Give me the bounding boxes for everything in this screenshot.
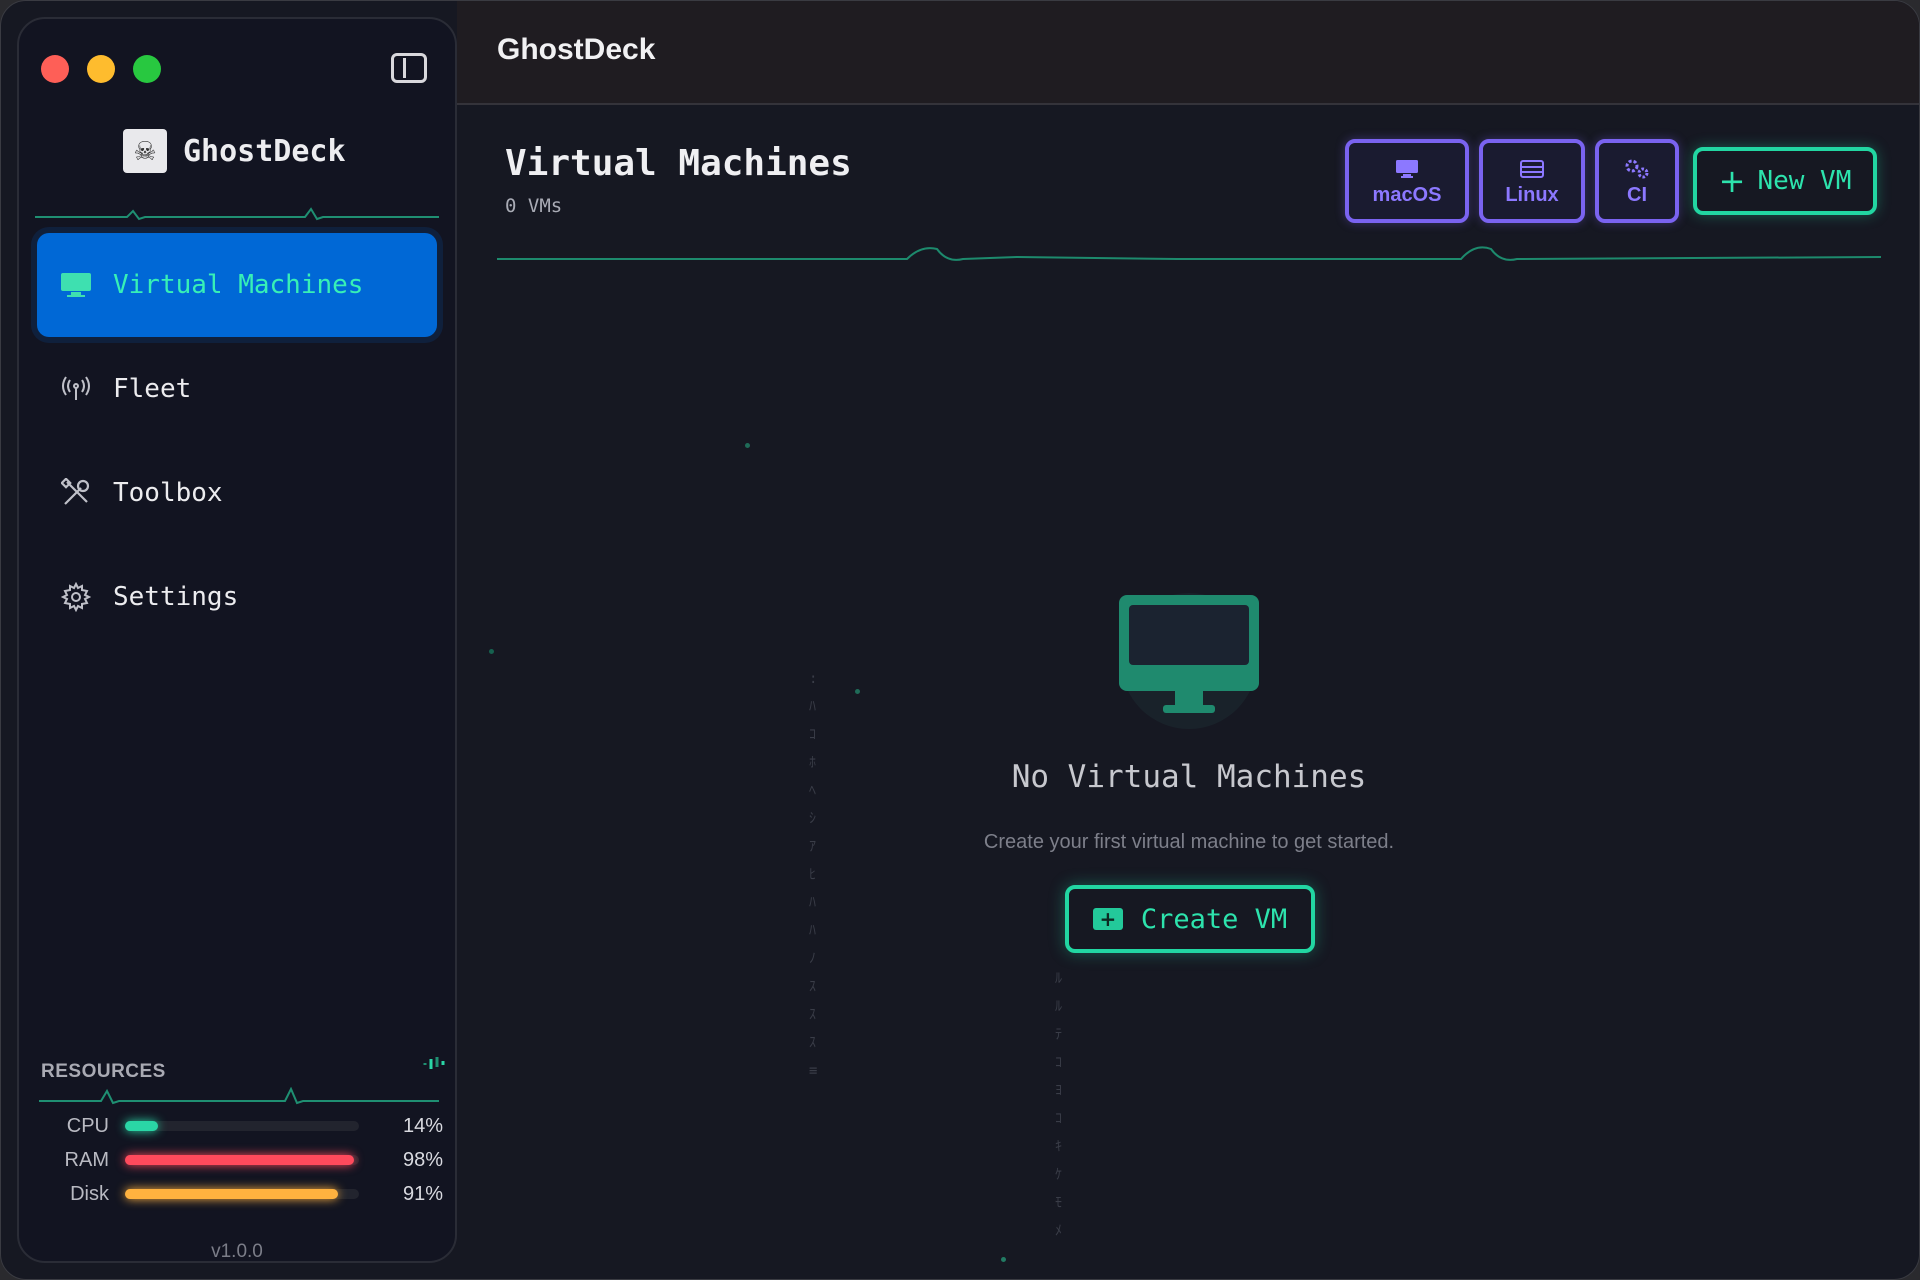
resources-title: RESOURCES bbox=[41, 1061, 166, 1082]
digital-rain-column: : ﾊｺﾎﾍｼｱﾋﾊﾊﾉｽｽｽ ≡ bbox=[809, 671, 818, 1079]
antenna-icon bbox=[59, 372, 93, 406]
brand: ☠ GhostDeck bbox=[123, 129, 346, 173]
sidebar-item-fleet[interactable]: Fleet bbox=[37, 337, 437, 441]
empty-state-monitor-icon bbox=[1117, 593, 1261, 738]
cpu-usage-fill bbox=[125, 1121, 158, 1131]
main-content: Virtual Machines 0 VMs macOS Linux CI + … bbox=[457, 105, 1919, 1279]
ghost-logo-icon: ☠ bbox=[123, 129, 167, 173]
gears-icon bbox=[1624, 156, 1650, 182]
particle bbox=[855, 689, 860, 694]
monitor-icon bbox=[1395, 156, 1419, 182]
plus-square-icon: + bbox=[1092, 907, 1123, 931]
particle bbox=[1001, 1257, 1006, 1262]
new-vm-label: New VM bbox=[1757, 166, 1852, 196]
disk-usage-bar bbox=[125, 1189, 359, 1199]
zoom-window-button[interactable] bbox=[133, 55, 161, 83]
macos-template-label: macOS bbox=[1372, 183, 1442, 206]
close-window-button[interactable] bbox=[41, 55, 69, 83]
brand-name: GhostDeck bbox=[183, 133, 346, 169]
plus-icon: + bbox=[1718, 162, 1746, 200]
vm-count: 0 VMs bbox=[505, 195, 563, 217]
new-vm-button[interactable]: + New VM bbox=[1693, 147, 1877, 215]
ram-usage-fill bbox=[125, 1155, 355, 1165]
sidebar-item-toolbox[interactable]: Toolbox bbox=[37, 441, 437, 545]
sidebar-item-settings[interactable]: Settings bbox=[37, 545, 437, 649]
resource-value: 14% bbox=[402, 1114, 443, 1137]
disk-usage-fill bbox=[125, 1189, 338, 1199]
sidebar-item-virtual-machines[interactable]: Virtual Machines bbox=[37, 233, 437, 337]
digital-rain-column: ﾙﾙﾃｺﾖｺｷｹﾓﾒ bbox=[1055, 971, 1062, 1239]
macos-template-button[interactable]: macOS bbox=[1345, 139, 1469, 223]
resource-value: 98% bbox=[402, 1148, 443, 1171]
window-controls bbox=[41, 55, 161, 83]
monitor-icon bbox=[59, 268, 93, 302]
empty-state-title: No Virtual Machines bbox=[1011, 759, 1367, 795]
heartbeat-divider bbox=[35, 207, 439, 221]
cpu-usage-bar bbox=[125, 1121, 359, 1131]
gear-icon bbox=[59, 580, 93, 614]
particle bbox=[489, 649, 494, 654]
sidebar-item-label: Toolbox bbox=[113, 478, 223, 508]
resource-row-cpu: CPU 14% bbox=[39, 1111, 443, 1141]
sidebar: ☠ GhostDeck Virtual Machines Fleet Toolb… bbox=[17, 17, 457, 1263]
app-window: ☠ GhostDeck Virtual Machines Fleet Toolb… bbox=[0, 0, 1920, 1280]
resource-row-disk: Disk 91% bbox=[39, 1179, 443, 1209]
server-icon bbox=[1520, 156, 1544, 182]
title-bar: GhostDeck bbox=[457, 1, 1919, 105]
activity-icon bbox=[423, 1057, 445, 1069]
sidebar-item-label: Virtual Machines bbox=[113, 270, 364, 300]
resource-value: 91% bbox=[402, 1182, 443, 1205]
create-vm-button[interactable]: + Create VM bbox=[1065, 885, 1315, 953]
empty-state-description: Create your first virtual machine to get… bbox=[983, 831, 1395, 853]
tools-icon bbox=[59, 476, 93, 510]
app-version: v1.0.0 bbox=[211, 1241, 263, 1262]
linux-template-label: Linux bbox=[1505, 183, 1559, 206]
heartbeat-divider bbox=[497, 246, 1881, 261]
sidebar-item-label: Fleet bbox=[113, 374, 192, 404]
page-title: Virtual Machines bbox=[505, 143, 852, 184]
resource-row-ram: RAM 98% bbox=[39, 1145, 443, 1175]
resource-name: CPU bbox=[66, 1114, 109, 1137]
ci-template-label: CI bbox=[1627, 183, 1647, 206]
linux-template-button[interactable]: Linux bbox=[1479, 139, 1585, 223]
sidebar-item-label: Settings bbox=[113, 582, 239, 612]
particle bbox=[745, 443, 750, 448]
minimize-window-button[interactable] bbox=[87, 55, 115, 83]
ram-usage-bar bbox=[125, 1155, 359, 1165]
resource-name: Disk bbox=[70, 1182, 109, 1205]
resource-name: RAM bbox=[64, 1148, 109, 1171]
window-title: GhostDeck bbox=[497, 33, 656, 66]
sidebar-toggle-icon[interactable] bbox=[391, 53, 427, 83]
resources-heartbeat-divider bbox=[39, 1087, 439, 1105]
ci-template-button[interactable]: CI bbox=[1595, 139, 1679, 223]
create-vm-label: Create VM bbox=[1140, 903, 1288, 935]
